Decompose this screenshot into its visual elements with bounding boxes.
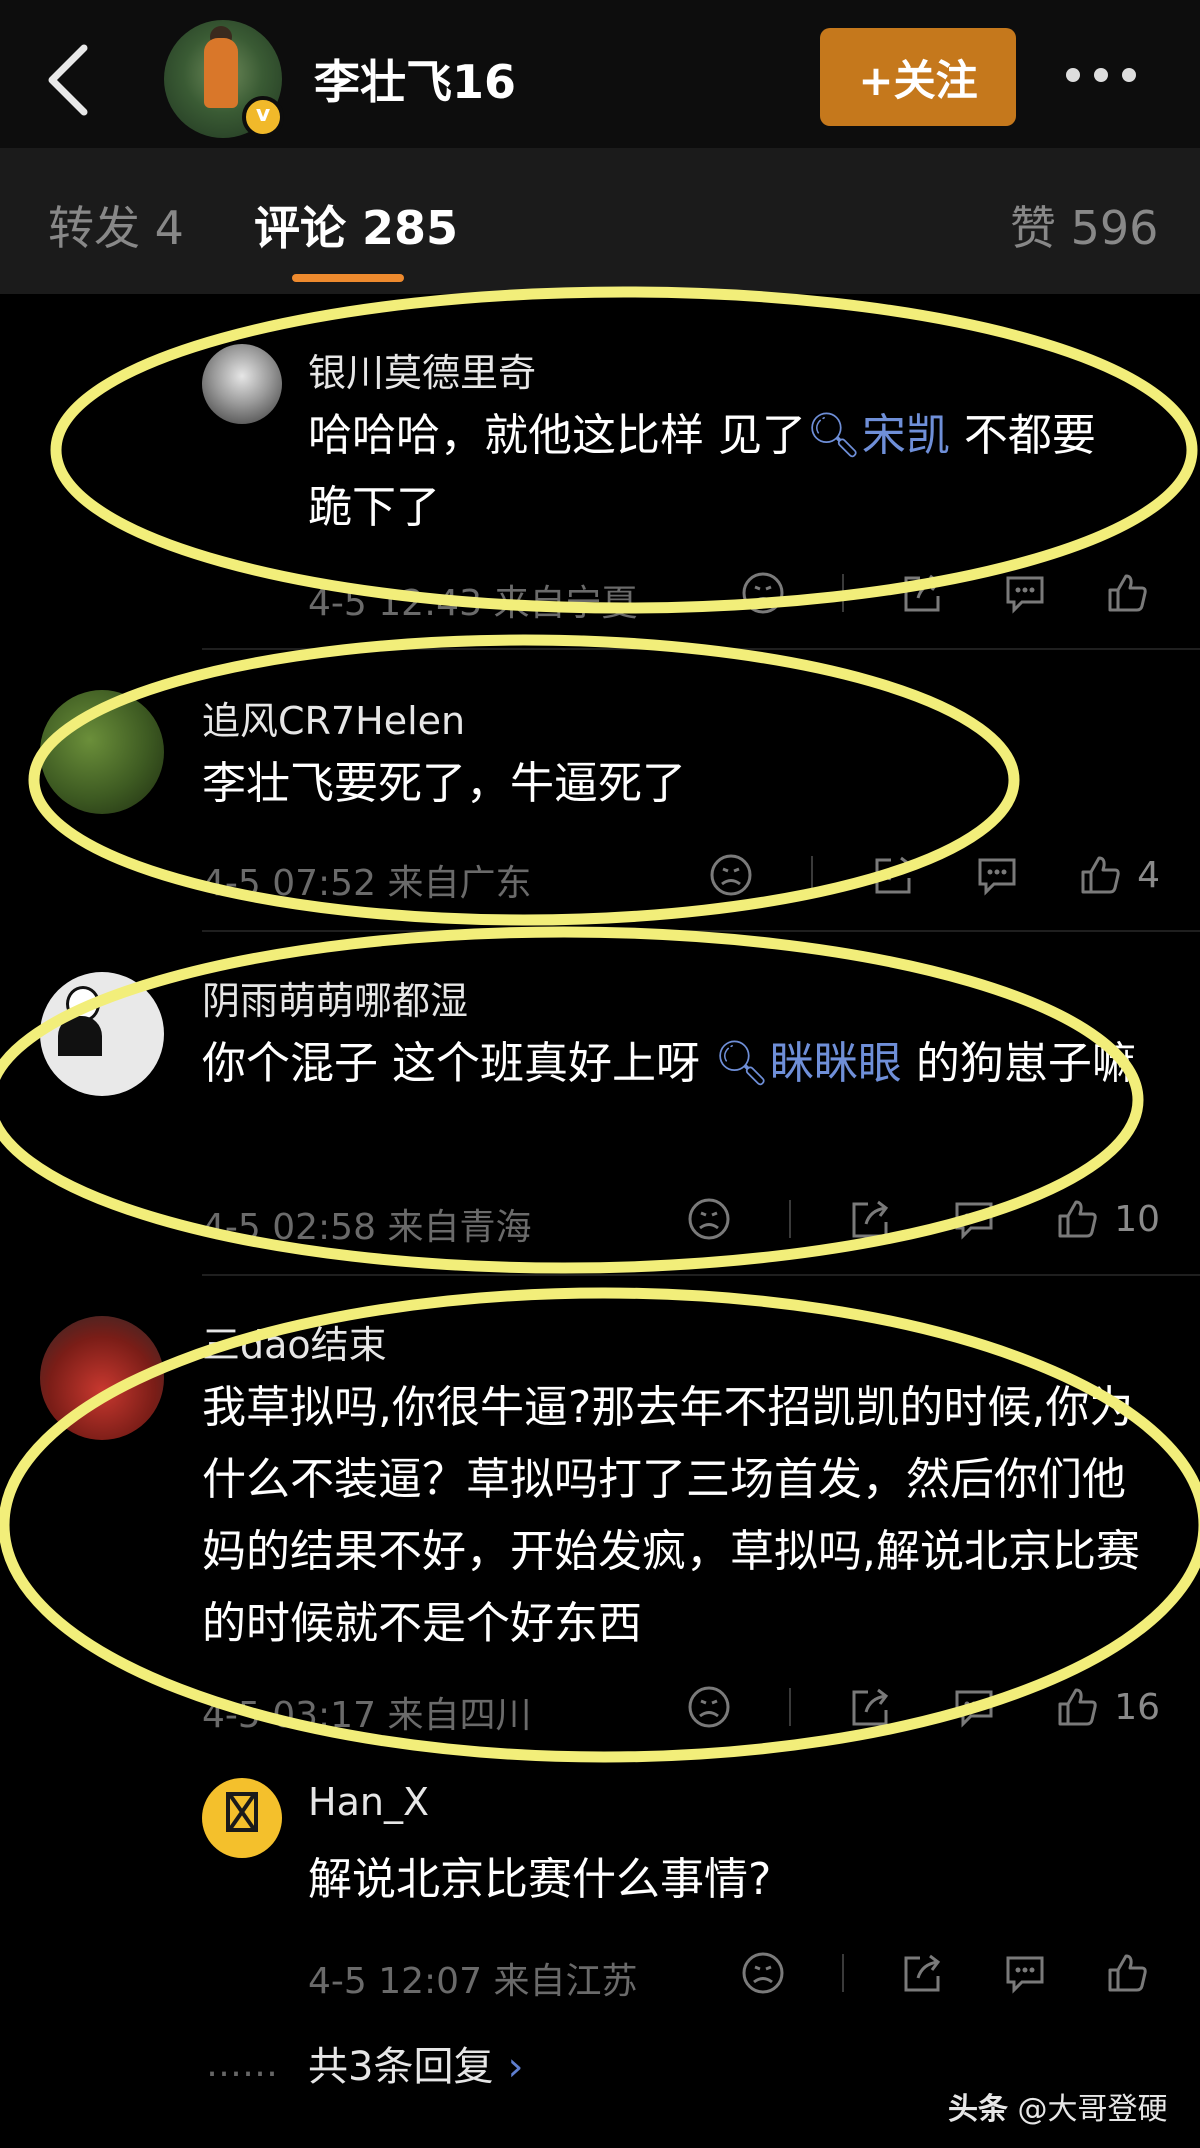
verified-badge-icon bbox=[242, 96, 284, 138]
share-icon[interactable] bbox=[848, 1196, 894, 1242]
avatar[interactable] bbox=[40, 972, 164, 1096]
like-group: 16 bbox=[1054, 1684, 1160, 1730]
comment-location: 来自四川 bbox=[387, 1695, 532, 1736]
reply-icon[interactable] bbox=[1002, 570, 1048, 616]
comment-actions bbox=[740, 570, 1150, 616]
divider bbox=[842, 574, 844, 612]
like-icon[interactable] bbox=[1054, 1196, 1100, 1242]
comment-meta: 4-5 12:43 来自宁夏 bbox=[308, 574, 637, 626]
chevron-right-icon: › bbox=[507, 2044, 524, 2090]
search-icon: 🔍︎ bbox=[806, 410, 862, 461]
comment-meta: 4-5 02:58 来自青海 bbox=[202, 1198, 531, 1250]
comment-username[interactable]: 三dao结束 bbox=[202, 1314, 387, 1369]
dislike-icon[interactable] bbox=[686, 1684, 732, 1730]
comment-meta: 4-5 07:52 来自广东 bbox=[202, 854, 531, 906]
dislike-icon[interactable] bbox=[740, 1950, 786, 1996]
avatar[interactable] bbox=[40, 690, 164, 814]
watermark-handle: @大哥登硬 bbox=[1017, 2092, 1168, 2127]
tab-bar: 转发 4 评论 285 赞 596 bbox=[0, 148, 1200, 294]
comment-location: 来自宁夏 bbox=[493, 583, 638, 624]
comment-text: 你个混子 这个班真好上呀 🔍︎眯眯眼 的狗崽子嘛 bbox=[202, 1028, 1142, 1100]
comment-divider bbox=[202, 930, 1200, 932]
reply-icon[interactable] bbox=[974, 852, 1020, 898]
reply-icon[interactable] bbox=[1002, 1950, 1048, 1996]
comment-location: 来自江苏 bbox=[493, 1961, 638, 2002]
dislike-icon[interactable] bbox=[708, 852, 754, 898]
comment-username[interactable]: 阴雨萌萌哪都湿 bbox=[202, 970, 468, 1025]
search-icon: 🔍︎ bbox=[713, 1038, 770, 1089]
like-group: 4 bbox=[1077, 852, 1160, 898]
active-tab-indicator bbox=[292, 274, 404, 282]
comment-location: 来自青海 bbox=[387, 1207, 532, 1248]
comment-time: 4-5 07:52 bbox=[202, 863, 376, 904]
like-count: 16 bbox=[1114, 1686, 1160, 1728]
comment-location: 来自广东 bbox=[387, 863, 532, 904]
comment-divider bbox=[202, 1274, 1200, 1276]
watermark-brand: 头条 bbox=[948, 2092, 1008, 2127]
view-more-replies-link[interactable]: 共3条回复 › bbox=[308, 2034, 523, 2092]
like-icon[interactable] bbox=[1104, 570, 1150, 616]
share-icon[interactable] bbox=[900, 570, 946, 616]
top-bar: 李壮飞16 +关注 bbox=[0, 0, 1200, 148]
follow-button[interactable]: +关注 bbox=[820, 28, 1016, 126]
reply-icon[interactable] bbox=[951, 1196, 997, 1242]
comment-actions bbox=[740, 1950, 1150, 1996]
comment-username[interactable]: 追风CR7Helen bbox=[202, 690, 465, 745]
comment-meta: 4-5 12:07 来自江苏 bbox=[308, 1952, 637, 2004]
avatar[interactable] bbox=[40, 1316, 164, 1440]
tab-likes[interactable]: 赞 596 bbox=[1010, 192, 1158, 258]
comment-text-part: 哈哈哈，就他这比样 见了 bbox=[308, 410, 806, 461]
divider bbox=[789, 1200, 792, 1238]
like-count: 4 bbox=[1137, 854, 1160, 896]
search-term-link[interactable]: 宋凯 bbox=[862, 410, 950, 461]
comment-text: 我草拟吗,你很牛逼?那去年不招凯凯的时候,你为什么不装逼？草拟吗打了三场首发，然… bbox=[202, 1382, 1140, 1649]
back-button[interactable] bbox=[40, 40, 100, 120]
reply-icon[interactable] bbox=[951, 1684, 997, 1730]
divider bbox=[842, 1954, 844, 1992]
tab-comments[interactable]: 评论 285 bbox=[254, 192, 458, 258]
like-icon[interactable] bbox=[1077, 852, 1123, 898]
comment-text: 解说北京比赛什么事情? bbox=[308, 1854, 772, 1905]
more-dots-icon[interactable] bbox=[1066, 60, 1146, 90]
comment-text: 哈哈哈，就他这比样 见了🔍︎宋凯 不都要跪下了 bbox=[308, 400, 1138, 544]
comment-text: 李壮飞要死了，牛逼死了 bbox=[202, 758, 686, 809]
like-icon[interactable] bbox=[1054, 1684, 1100, 1730]
search-term-link[interactable]: 眯眯眼 bbox=[770, 1038, 902, 1089]
comment-actions: 16 bbox=[686, 1684, 1160, 1730]
page-title[interactable]: 李壮飞16 bbox=[314, 46, 516, 112]
avatar[interactable] bbox=[202, 1778, 282, 1858]
comment-username[interactable]: 银川莫德里奇 bbox=[308, 342, 536, 397]
chevron-left-icon bbox=[48, 44, 88, 116]
comment-time: 4-5 12:43 bbox=[308, 583, 482, 624]
divider bbox=[789, 1688, 792, 1726]
dislike-icon[interactable] bbox=[740, 570, 786, 616]
avatar[interactable] bbox=[202, 344, 282, 424]
dotted-leader: …… bbox=[206, 2044, 278, 2085]
comment-time: 4-5 12:07 bbox=[308, 1961, 482, 2002]
comment-text-part: 你个混子 这个班真好上呀 bbox=[202, 1038, 714, 1089]
comment-actions: 4 bbox=[708, 852, 1160, 898]
comment-time: 4-5 03:17 bbox=[202, 1695, 376, 1736]
share-icon[interactable] bbox=[871, 852, 917, 898]
like-group: 10 bbox=[1054, 1196, 1160, 1242]
comment-divider bbox=[202, 648, 1200, 650]
comment-actions: 10 bbox=[686, 1196, 1160, 1242]
comment-text-part: 的狗崽子嘛 bbox=[901, 1038, 1136, 1089]
share-icon[interactable] bbox=[900, 1950, 946, 1996]
share-icon[interactable] bbox=[848, 1684, 894, 1730]
comment-meta: 4-5 03:17 来自四川 bbox=[202, 1686, 531, 1738]
dislike-icon[interactable] bbox=[686, 1196, 732, 1242]
comment-time: 4-5 02:58 bbox=[202, 1207, 376, 1248]
like-icon[interactable] bbox=[1104, 1950, 1150, 1996]
watermark: 头条 @大哥登硬 bbox=[948, 2084, 1168, 2128]
comment-username[interactable]: Han_X bbox=[308, 1780, 429, 1824]
divider bbox=[811, 856, 814, 894]
tab-repost[interactable]: 转发 4 bbox=[48, 192, 184, 258]
more-replies-label: 共3条回复 bbox=[308, 2044, 494, 2090]
like-count: 10 bbox=[1114, 1198, 1160, 1240]
